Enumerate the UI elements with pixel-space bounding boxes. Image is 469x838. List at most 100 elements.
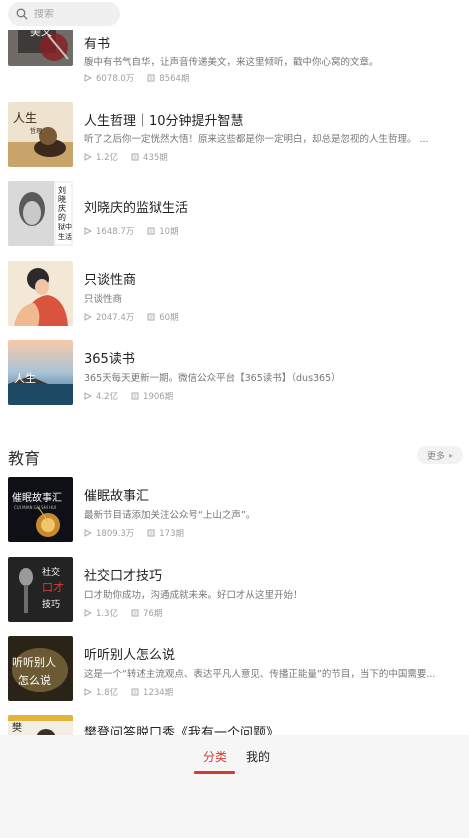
episode-count: 60期 — [159, 313, 179, 323]
search-box[interactable] — [8, 2, 120, 26]
item-stats: 1.2亿 435期 — [84, 151, 181, 163]
search-input[interactable] — [34, 8, 104, 20]
episodes-icon — [147, 529, 155, 537]
item-title: 人生哲理｜10分钟提升智慧 — [84, 114, 244, 129]
item-stats: 2047.4万 60期 — [84, 311, 192, 323]
play-count: 4.2亿 — [96, 392, 119, 402]
svg-text:狱中: 狱中 — [58, 222, 72, 231]
item-stats: 1.3亿 76期 — [84, 607, 175, 619]
play-count: 1.8亿 — [96, 688, 119, 698]
play-icon — [84, 529, 92, 537]
play-count: 1648.7万 — [96, 227, 135, 237]
svg-text:晓: 晓 — [58, 194, 66, 204]
episodes-icon — [131, 153, 139, 161]
svg-text:社交: 社交 — [42, 566, 60, 578]
list-item[interactable]: 美文 有书 腹中有书气自华，让声音传递美文，来这里倾听，戳中你心窝的文章。 60… — [0, 22, 469, 88]
svg-text:怎么说: 怎么说 — [18, 673, 51, 687]
item-title: 刘晓庆的监狱生活 — [84, 201, 189, 216]
list-item[interactable]: 社交 口才 技巧 社交口才技巧 口才助你成功，沟通成就未来。好口才从这里开始！ … — [0, 557, 469, 623]
cover-image: 人生 — [8, 340, 73, 405]
item-title: 有书 — [84, 37, 111, 52]
top-bar — [0, 0, 469, 30]
item-desc: 只谈性商 — [84, 294, 123, 305]
episodes-icon — [147, 227, 155, 235]
episodes-icon — [147, 313, 155, 321]
svg-text:技巧: 技巧 — [42, 598, 60, 610]
list-item[interactable]: 催眠故事汇 CUI MIAN GU SHI HUI 催眠故事汇 最新节目请添加关… — [0, 477, 469, 543]
item-stats: 4.2亿 1906期 — [84, 390, 186, 402]
item-desc: 腹中有书气自华，让声音传递美文，来这里倾听，戳中你心窝的文章。 — [84, 57, 379, 68]
cover-image: 催眠故事汇 CUI MIAN GU SHI HUI — [8, 477, 73, 542]
list-item[interactable]: 听听别人 怎么说 听听别人怎么说 这是一个“转述主流观点、表达平凡人意见、传播正… — [0, 636, 469, 702]
episode-count: 8564期 — [159, 74, 190, 84]
svg-text:口才: 口才 — [42, 580, 64, 594]
episode-count: 1906期 — [143, 392, 174, 402]
chevron-right-icon: ▸ — [449, 450, 454, 460]
svg-text:人生: 人生 — [14, 371, 36, 385]
item-title: 催眠故事汇 — [84, 489, 150, 504]
cover-image: 听听别人 怎么说 — [8, 636, 73, 701]
episode-count: 435期 — [143, 153, 168, 163]
cover-text: 樊 — [12, 721, 22, 734]
list-item[interactable]: 人生 哲理 人生哲理｜10分钟提升智慧 听了之后你一定恍然大悟！原来这些都是你一… — [0, 102, 469, 168]
play-icon — [84, 227, 92, 235]
item-title: 365读书 — [84, 352, 135, 367]
podcast-list: 美文 有书 腹中有书气自华，让声音传递美文，来这里倾听，戳中你心窝的文章。 60… — [0, 0, 469, 735]
item-desc: 这是一个“转述主流观点、表达平凡人意见、传播正能量”的节目，当下的中国需要... — [84, 669, 436, 680]
item-stats: 6078.0万 8564期 — [84, 72, 202, 84]
tab-mine[interactable]: 我的 — [246, 748, 270, 765]
play-icon — [84, 392, 92, 400]
play-icon — [84, 313, 92, 321]
play-count: 2047.4万 — [96, 313, 135, 323]
item-stats: 1648.7万 10期 — [84, 225, 192, 237]
svg-text:刘: 刘 — [58, 185, 66, 195]
bottom-nav: 分类 我的 — [0, 735, 469, 838]
list-item[interactable]: 只谈性商 只谈性商 2047.4万 60期 — [0, 261, 469, 327]
list-item[interactable]: 刘 晓 庆 的 狱中 生活 刘晓庆的监狱生活 1648.7万 10期 — [0, 181, 469, 247]
svg-text:听听别人: 听听别人 — [12, 656, 56, 669]
item-title: 只谈性商 — [84, 273, 137, 288]
list-item[interactable]: 樊 樊登问答脱口秀《我有一个问题》 — [0, 715, 469, 735]
play-count: 6078.0万 — [96, 74, 135, 84]
episodes-icon — [131, 688, 139, 696]
list-item[interactable]: 人生 365读书 365天每天更新一期。微信公众平台【365读书】（dus365… — [0, 340, 469, 406]
episode-count: 173期 — [159, 529, 184, 539]
svg-text:的: 的 — [58, 212, 66, 222]
cover-image: 刘 晓 庆 的 狱中 生活 — [8, 181, 73, 246]
cover-image: 人生 哲理 — [8, 102, 73, 167]
item-title: 樊登问答脱口秀《我有一个问题》 — [84, 726, 280, 735]
svg-text:催眠故事汇: 催眠故事汇 — [12, 491, 62, 504]
svg-text:人生: 人生 — [13, 111, 37, 125]
item-desc: 听了之后你一定恍然大悟！原来这些都是你一定明白，却总是忽视的人生哲理。 ... — [84, 134, 429, 145]
item-title: 听听别人怎么说 — [84, 648, 176, 663]
play-icon — [84, 688, 92, 696]
tab-active-indicator — [194, 771, 235, 774]
cover-image: 樊 — [8, 715, 73, 735]
svg-text:哲理: 哲理 — [30, 128, 42, 135]
tab-category[interactable]: 分类 — [203, 748, 227, 765]
cover-image — [8, 261, 73, 326]
section-title: 教育 — [8, 449, 41, 468]
item-desc: 口才助你成功，沟通成就未来。好口才从这里开始！ — [84, 590, 303, 601]
item-stats: 1.8亿 1234期 — [84, 686, 186, 698]
episode-count: 10期 — [159, 227, 179, 237]
item-stats: 1809.3万 173期 — [84, 527, 197, 539]
episode-count: 1234期 — [143, 688, 174, 698]
episodes-icon — [131, 392, 139, 400]
play-icon — [84, 74, 92, 82]
more-button[interactable]: 更多 ▸ — [417, 446, 463, 464]
play-count: 1809.3万 — [96, 529, 135, 539]
item-title: 社交口才技巧 — [84, 569, 163, 584]
item-desc: 最新节目请添加关注公众号“上山之声”。 — [84, 510, 256, 521]
play-count: 1.3亿 — [96, 609, 119, 619]
svg-text:CUI MIAN GU SHI HUI: CUI MIAN GU SHI HUI — [14, 505, 56, 510]
episodes-icon — [131, 609, 139, 617]
cover-image: 社交 口才 技巧 — [8, 557, 73, 622]
svg-text:生活: 生活 — [58, 232, 72, 241]
more-label: 更多 — [426, 451, 445, 462]
item-desc: 365天每天更新一期。微信公众平台【365读书】（dus365） — [84, 373, 341, 384]
svg-text:庆: 庆 — [58, 203, 66, 213]
search-icon — [16, 8, 28, 20]
episode-count: 76期 — [143, 609, 163, 619]
play-icon — [84, 153, 92, 161]
